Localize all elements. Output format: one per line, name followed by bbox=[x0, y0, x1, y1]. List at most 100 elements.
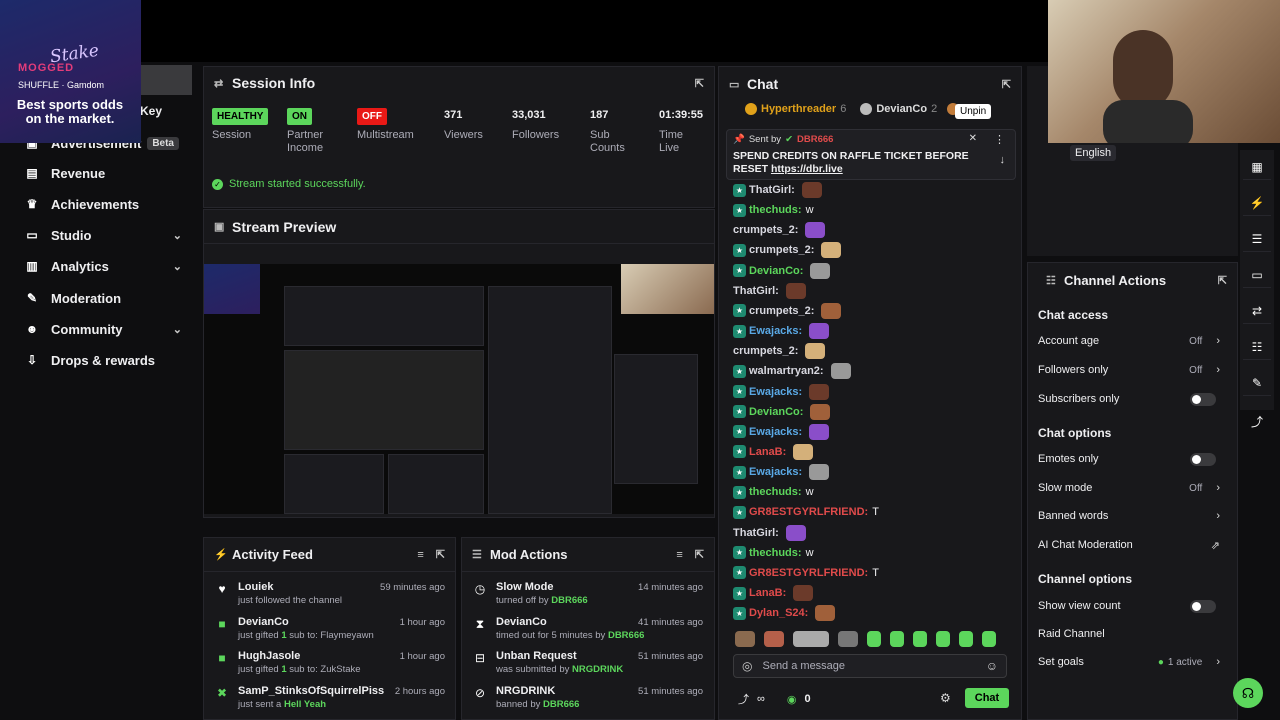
emote-icon[interactable] bbox=[793, 631, 829, 647]
chat-message[interactable]: ★ GR8ESTGYRLFRIEND: T bbox=[733, 503, 879, 521]
ai-moderation-row[interactable]: AI Chat Moderation ⇗ bbox=[1038, 535, 1220, 555]
chat-username[interactable]: Ewajacks: bbox=[749, 325, 802, 337]
chat-message[interactable]: ★ LanaB: bbox=[733, 443, 814, 461]
chat-username[interactable]: GR8ESTGYRLFRIEND: bbox=[749, 567, 868, 579]
ad-banner[interactable]: Stake MOGGED SHUFFLE · Gamdom Best sport… bbox=[0, 0, 141, 143]
nav-item-achievements[interactable]: ♛ Achievements bbox=[25, 192, 190, 216]
search-box[interactable] bbox=[141, 65, 192, 95]
layout-icon[interactable]: ▦ bbox=[1243, 154, 1271, 180]
raid-channel-row[interactable]: Raid Channel bbox=[1038, 624, 1220, 644]
emoji-icon[interactable]: ☺ bbox=[986, 659, 998, 673]
chat-message[interactable]: ★ Ewajacks: bbox=[733, 423, 830, 441]
chat-username[interactable]: crumpets_2: bbox=[733, 224, 798, 236]
set-goals-row[interactable]: Set goals ● 1 active › bbox=[1038, 652, 1220, 672]
chat-message[interactable]: ★ Dylan_S24: bbox=[733, 604, 836, 622]
mod-row[interactable]: ⊟ Unban Request was submitted by NRGDRINK 5… bbox=[469, 650, 709, 682]
popout-icon[interactable]: ⇱ bbox=[436, 548, 445, 561]
chat-username[interactable]: thechuds: bbox=[749, 547, 802, 559]
chat-username[interactable]: thechuds: bbox=[749, 486, 802, 498]
chat-message[interactable]: ★ DevianCo: bbox=[733, 403, 831, 421]
more-icon[interactable]: ⋮ bbox=[994, 133, 1005, 146]
emote-icon[interactable] bbox=[867, 631, 881, 647]
chat-username[interactable]: ThatGirl: bbox=[733, 527, 779, 539]
chat-message[interactable]: ★ thechuds: w bbox=[733, 544, 814, 562]
chat-username[interactable]: crumpets_2: bbox=[749, 244, 814, 256]
filter-icon[interactable]: ≡ bbox=[676, 549, 682, 561]
chat-username[interactable]: Ewajacks: bbox=[749, 466, 802, 478]
points-icon[interactable]: ◉ bbox=[787, 693, 797, 706]
emote-icon[interactable] bbox=[735, 631, 755, 647]
lightning-icon[interactable]: ⚡ bbox=[1243, 190, 1271, 216]
chat-message[interactable]: ★ thechuds: w bbox=[733, 201, 814, 219]
emote-icon[interactable] bbox=[959, 631, 973, 647]
support-button[interactable]: ☊ bbox=[1233, 678, 1263, 708]
popout-icon[interactable]: ⇱ bbox=[1218, 274, 1227, 287]
slow-mode-row[interactable]: Slow mode Off › bbox=[1038, 478, 1220, 498]
chat-message[interactable]: ★ Ewajacks: bbox=[733, 463, 830, 481]
session-icon[interactable]: ⇄ bbox=[1243, 298, 1271, 324]
pinned-link[interactable]: https://dbr.live bbox=[771, 163, 843, 175]
mod-row[interactable]: ◷ Slow Mode turned off by DBR666 14 minutes… bbox=[469, 581, 709, 613]
nav-item-community[interactable]: ☻ Community ⌄ bbox=[25, 317, 190, 341]
share-icon[interactable]: ⤴ bbox=[738, 691, 749, 707]
subscribers-only-toggle[interactable] bbox=[1190, 392, 1216, 406]
emote-icon[interactable] bbox=[913, 631, 927, 647]
stream-preview-video[interactable] bbox=[204, 264, 714, 514]
unpin-icon[interactable]: ✕ bbox=[969, 133, 977, 144]
chat-settings-icon[interactable]: ◎ bbox=[742, 659, 752, 673]
nav-item-moderation[interactable]: ✎ Moderation bbox=[25, 286, 190, 310]
nav-item-drops[interactable]: ⇩ Drops & rewards bbox=[25, 348, 190, 372]
emotes-only-toggle[interactable] bbox=[1190, 452, 1216, 466]
emote-icon[interactable] bbox=[838, 631, 858, 647]
chat-message[interactable]: ThatGirl: bbox=[733, 282, 806, 300]
gear-icon[interactable]: ⚙ bbox=[940, 691, 951, 705]
share-icon[interactable]: ⤴ bbox=[1243, 408, 1271, 434]
popout-icon[interactable]: ⇱ bbox=[1002, 78, 1011, 91]
chat-message[interactable]: ★ walmartryan2: bbox=[733, 362, 851, 380]
chat-message[interactable]: ★ GR8ESTGYRLFRIEND: T bbox=[733, 564, 879, 582]
emote-icon[interactable] bbox=[936, 631, 950, 647]
activity-row[interactable]: ✖ SamP_StinksOfSquirrelPiss just sent a He… bbox=[211, 685, 451, 717]
list-icon[interactable]: ☰ bbox=[1243, 226, 1271, 252]
chat-message[interactable]: ★ DevianCo: bbox=[733, 262, 831, 280]
view-count-toggle[interactable] bbox=[1190, 599, 1216, 613]
sliders-icon[interactable]: ☷ bbox=[1243, 334, 1271, 360]
popout-icon[interactable]: ⇱ bbox=[695, 548, 704, 561]
chat-username[interactable]: DevianCo: bbox=[749, 406, 803, 418]
followers-only-row[interactable]: Followers only Off › bbox=[1038, 360, 1220, 380]
emote-icon[interactable] bbox=[890, 631, 904, 647]
popout-icon[interactable]: ⇱ bbox=[695, 77, 704, 90]
activity-row[interactable]: ♥ Louiek just followed the channel 59 minut… bbox=[211, 581, 451, 613]
chat-message[interactable]: ★ crumpets_2: bbox=[733, 241, 842, 259]
activity-row[interactable]: ■ DevianCo just gifted 1 sub to: Flaymeyaw… bbox=[211, 616, 451, 648]
send-chat-button[interactable]: Chat bbox=[965, 688, 1009, 708]
activity-row[interactable]: ■ HughJasole just gifted 1 sub to: ZukStak… bbox=[211, 650, 451, 682]
chat-username[interactable]: Ewajacks: bbox=[749, 386, 802, 398]
chat-message[interactable]: ★ Ewajacks: bbox=[733, 383, 830, 401]
chat-message[interactable]: ★ crumpets_2: bbox=[733, 302, 842, 320]
chat-username[interactable]: Ewajacks: bbox=[749, 426, 802, 438]
chat-message[interactable]: ★ Ewajacks: bbox=[733, 322, 830, 340]
chat-message[interactable]: ★ thechuds: w bbox=[733, 483, 814, 501]
chat-username[interactable]: walmartryan2: bbox=[749, 365, 824, 377]
chat-input[interactable]: ◎ Send a message ☺ bbox=[733, 654, 1007, 678]
nav-item-revenue[interactable]: ▤ Revenue bbox=[25, 161, 190, 185]
chat-username[interactable]: DevianCo: bbox=[749, 265, 803, 277]
mod-row[interactable]: ⊘ NRGDRINK banned by DBR666 51 minutes ago bbox=[469, 685, 709, 717]
chat-username[interactable]: crumpets_2: bbox=[733, 345, 798, 357]
chat-message[interactable]: ThatGirl: bbox=[733, 524, 806, 542]
chat-message[interactable]: crumpets_2: bbox=[733, 221, 826, 239]
chat-username[interactable]: ThatGirl: bbox=[733, 285, 779, 297]
chat-username[interactable]: GR8ESTGYRLFRIEND: bbox=[749, 506, 868, 518]
chat-username[interactable]: LanaB: bbox=[749, 587, 786, 599]
nav-item-key[interactable]: Key bbox=[140, 104, 162, 118]
chat-message[interactable]: crumpets_2: bbox=[733, 342, 826, 360]
expand-icon[interactable]: ↓ bbox=[1000, 154, 1006, 166]
chat-message[interactable]: ★ ThatGirl: bbox=[733, 181, 822, 199]
nav-item-studio[interactable]: ▭ Studio ⌄ bbox=[25, 223, 190, 247]
chat-username[interactable]: ThatGirl: bbox=[749, 184, 795, 196]
chat-icon[interactable]: ▭ bbox=[1243, 262, 1271, 288]
banned-words-row[interactable]: Banned words › bbox=[1038, 506, 1220, 526]
nav-item-analytics[interactable]: ▥ Analytics ⌄ bbox=[25, 254, 190, 278]
chat-username[interactable]: LanaB: bbox=[749, 446, 786, 458]
